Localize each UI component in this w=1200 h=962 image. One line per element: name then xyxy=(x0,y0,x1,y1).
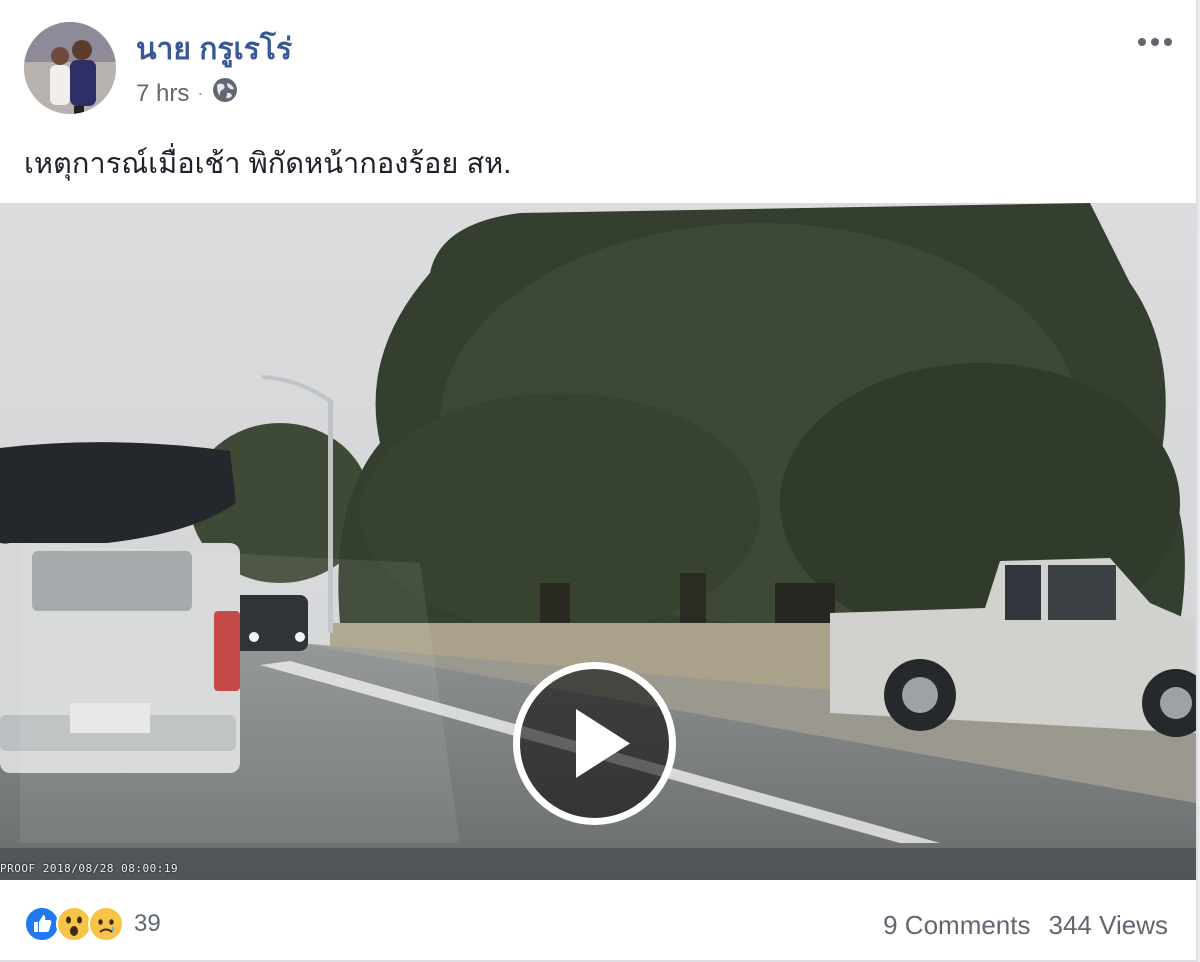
meta-separator: · xyxy=(197,83,204,103)
post-footer: 39 9 Comments 344 Views xyxy=(0,890,1196,960)
globe-icon[interactable] xyxy=(211,76,239,111)
post-meta: 7 hrs · xyxy=(136,76,239,111)
post-stats: 9 Comments 344 Views xyxy=(883,910,1168,941)
facebook-post: นาย กรูเรโร่ 7 hrs · เหตุการณ์เมื่อเช้า … xyxy=(0,0,1198,962)
reactions-summary[interactable]: 39 xyxy=(24,906,161,942)
post-time[interactable]: 7 hrs xyxy=(136,80,189,108)
post-caption: เหตุการณ์เมื่อเช้า พิกัดหน้ากองร้อย สห. xyxy=(24,148,512,180)
video-timestamp: PROOF 2018/08/28 08:00:19 xyxy=(0,862,179,875)
like-icon xyxy=(24,906,60,942)
play-icon[interactable] xyxy=(512,661,677,826)
author-avatar[interactable] xyxy=(24,22,116,114)
sad-icon xyxy=(88,906,124,942)
reaction-count: 39 xyxy=(134,910,161,937)
more-options-icon[interactable] xyxy=(1130,22,1180,62)
author-name[interactable]: นาย กรูเรโร่ xyxy=(136,26,292,73)
wow-icon xyxy=(56,906,92,942)
comments-count-link[interactable]: 9 Comments xyxy=(883,910,1030,941)
views-count: 344 Views xyxy=(1048,910,1169,940)
video-player[interactable] xyxy=(0,203,1196,880)
